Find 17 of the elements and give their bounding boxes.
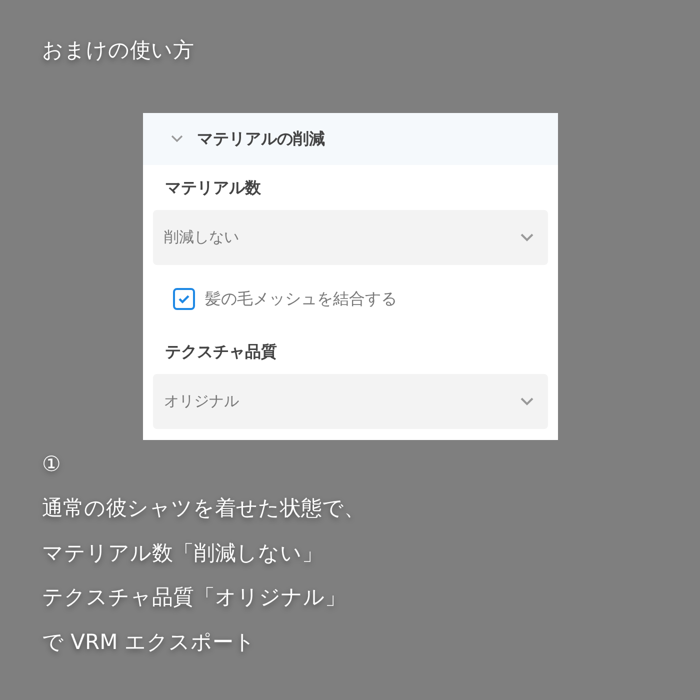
dropdown-field[interactable]: 削減しない: [153, 210, 548, 265]
caption-text: テクスチャ品質「オリジナル」: [42, 584, 347, 611]
section-title: マテリアルの削減: [197, 128, 325, 150]
field-label: マテリアル数: [164, 177, 262, 196]
caption-text: マテリアル数「削減しない」: [42, 540, 324, 566]
step-number: ①: [42, 451, 62, 478]
chevron-down-icon: [520, 397, 534, 406]
field-label: テクスチャ品質: [164, 341, 278, 360]
chevron-down-icon: [520, 233, 534, 242]
section-header[interactable]: マテリアルの削減: [143, 113, 558, 165]
checkbox-label: 髪の毛メッシュを結合する: [205, 288, 397, 310]
checkmark-icon: [178, 294, 190, 304]
checkbox[interactable]: [173, 288, 195, 310]
caption-text: 通常の彼シャツを着せた状態で、: [42, 495, 366, 522]
caption-text: で VRM エクスポート: [42, 628, 256, 656]
page-title: おまけの使い方: [42, 37, 195, 64]
dropdown-field[interactable]: オリジナル: [153, 374, 548, 429]
